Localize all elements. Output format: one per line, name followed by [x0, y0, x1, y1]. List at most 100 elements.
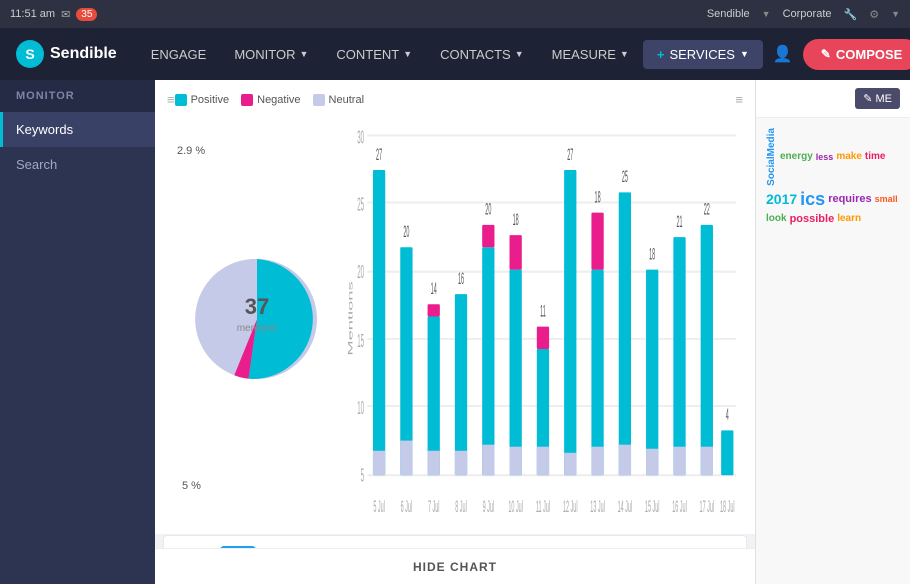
svg-text:mentions: mentions — [237, 323, 278, 334]
nav-content[interactable]: CONTENT ▼ — [322, 28, 426, 80]
plus-icon: + — [657, 47, 665, 62]
chevron-down-icon: ▼ — [620, 49, 629, 59]
svg-text:10: 10 — [357, 398, 364, 418]
chart-menu-icon: ≡ — [167, 92, 175, 107]
svg-text:14 Jul: 14 Jul — [618, 497, 633, 516]
logo-text: Sendible — [50, 45, 117, 63]
svg-text:20: 20 — [403, 222, 409, 241]
svg-text:11 Jul: 11 Jul — [536, 497, 550, 516]
notification-badge[interactable]: 35 — [76, 8, 97, 21]
svg-text:14: 14 — [431, 279, 437, 298]
chevron-icon: ▼ — [762, 9, 771, 19]
word-small[interactable]: small — [875, 194, 898, 204]
word-less[interactable]: less — [816, 152, 834, 162]
word-energy[interactable]: energy — [780, 151, 813, 162]
svg-text:27: 27 — [376, 145, 382, 164]
svg-text:6 Jul: 6 Jul — [401, 497, 413, 516]
nav-measure[interactable]: MEASURE ▼ — [538, 28, 643, 80]
nav-contacts[interactable]: CONTACTS ▼ — [426, 28, 537, 80]
user-icon[interactable]: 👤 — [773, 44, 793, 64]
top-bar-left: 11:51 am ✉ 35 — [10, 8, 97, 21]
svg-text:37: 37 — [245, 294, 269, 319]
edit-me-button[interactable]: ✎ ME — [855, 88, 900, 109]
svg-text:5 Jul: 5 Jul — [373, 497, 385, 516]
hide-chart-button[interactable]: HIDE CHART — [413, 560, 497, 574]
word-look[interactable]: look — [766, 213, 787, 224]
word-time[interactable]: time — [865, 151, 886, 162]
chart-overlay: ≡ Positive Negative Neutral — [155, 80, 755, 534]
sidebar-item-search[interactable]: Search — [0, 147, 155, 182]
svg-text:25: 25 — [622, 167, 628, 186]
svg-text:10 Jul: 10 Jul — [508, 497, 523, 516]
chevron-down-icon: ▼ — [403, 49, 412, 59]
word-2017[interactable]: 2017 — [766, 191, 797, 207]
current-time: 11:51 am — [10, 8, 55, 20]
nav-monitor[interactable]: MONITOR ▼ — [220, 28, 322, 80]
negative-dot — [241, 94, 253, 106]
svg-text:18: 18 — [595, 188, 601, 207]
bar-chart: 30 25 20 15 10 5 27 20 — [347, 115, 743, 522]
chevron-down-icon: ▼ — [299, 49, 308, 59]
logo[interactable]: S Sendible — [16, 40, 117, 68]
sidebar-header: MONITOR — [0, 80, 155, 112]
svg-text:20: 20 — [485, 200, 491, 219]
chevron-down-icon: ▼ — [891, 9, 900, 19]
word-ics[interactable]: ics — [800, 189, 825, 210]
account-name: Sendible — [707, 8, 750, 20]
pie-neg-label: 2.9 % — [177, 145, 205, 157]
svg-text:15 Jul: 15 Jul — [645, 497, 660, 516]
right-panel: ✎ ME SocialMedia energy less make time 2… — [755, 80, 910, 584]
svg-text:18: 18 — [513, 210, 519, 229]
top-bar: 11:51 am ✉ 35 Sendible ▼ Corporate 🔧 ⚙ ▼ — [0, 0, 910, 28]
svg-text:17 Jul: 17 Jul — [700, 497, 715, 516]
svg-text:20: 20 — [357, 262, 364, 282]
nav-bar: S Sendible ENGAGE MONITOR ▼ CONTENT ▼ CO… — [0, 28, 910, 80]
chevron-down-icon: ▼ — [740, 49, 749, 59]
svg-text:11: 11 — [540, 302, 546, 321]
svg-text:8 Jul: 8 Jul — [455, 497, 467, 516]
svg-text:30: 30 — [357, 127, 364, 147]
neutral-dot — [313, 94, 325, 106]
mail-icon: ✉ — [61, 8, 70, 21]
svg-text:16 Jul: 16 Jul — [672, 497, 687, 516]
pie-chart: 37 mentions 2.9 % 5 % — [167, 115, 347, 522]
svg-text:22: 22 — [704, 200, 710, 219]
sidebar-item-keywords[interactable]: Keywords — [0, 112, 155, 147]
nav-right: + SERVICES ▼ 👤 ✎ COMPOSE — [643, 39, 910, 70]
hide-chart-bar: HIDE CHART — [155, 548, 755, 584]
word-make[interactable]: make — [836, 151, 862, 162]
chevron-down-icon: ▼ — [515, 49, 524, 59]
word-learn[interactable]: learn — [837, 213, 861, 224]
svg-text:27: 27 — [567, 145, 573, 164]
sidebar: MONITOR Keywords Search — [0, 80, 155, 584]
chart-header: ≡ Positive Negative Neutral — [167, 92, 743, 107]
word-requires[interactable]: requires — [828, 193, 871, 205]
chart-legend: Positive Negative Neutral — [175, 94, 364, 106]
svg-text:12 Jul: 12 Jul — [563, 497, 578, 516]
wordcloud: SocialMedia energy less make time 2017 i… — [756, 118, 910, 235]
wrench-icon: 🔧 — [844, 8, 858, 21]
services-button[interactable]: + SERVICES ▼ — [643, 40, 763, 69]
corp-label: Corporate — [783, 8, 832, 20]
top-bar-right: Sendible ▼ Corporate 🔧 ⚙ ▼ — [707, 8, 900, 21]
pencil-icon: ✎ — [821, 47, 831, 61]
main-layout: MONITOR Keywords Search MORE ▼ ↻ NEW MON… — [0, 80, 910, 584]
svg-text:15: 15 — [357, 331, 364, 351]
svg-text:7 Jul: 7 Jul — [428, 497, 440, 516]
nav-engage[interactable]: ENGAGE — [137, 28, 221, 80]
svg-text:13 Jul: 13 Jul — [590, 497, 605, 516]
logo-icon: S — [16, 40, 44, 68]
legend-item-negative: Negative — [241, 94, 300, 106]
svg-text:18 Jul: 18 Jul — [720, 497, 735, 516]
svg-text:16: 16 — [458, 269, 464, 288]
compose-button[interactable]: ✎ COMPOSE — [803, 39, 910, 70]
svg-text:4: 4 — [726, 406, 729, 425]
legend-item-positive: Positive — [175, 94, 230, 106]
svg-text:Mentions: Mentions — [347, 281, 354, 356]
word-socialmedia[interactable]: SocialMedia — [766, 128, 777, 186]
word-possible[interactable]: possible — [790, 213, 835, 225]
settings-icon[interactable]: ⚙ — [869, 8, 879, 21]
svg-text:9 Jul: 9 Jul — [483, 497, 495, 516]
chart-options-icon: ≡ — [735, 92, 743, 107]
svg-text:18: 18 — [649, 245, 655, 264]
